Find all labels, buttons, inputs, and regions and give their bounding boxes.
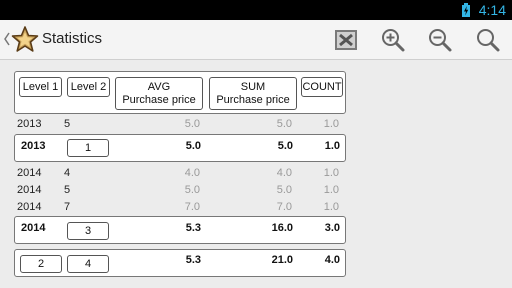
screen-title: Statistics [42,30,103,47]
subtotal-count-button[interactable]: 1 [67,139,109,157]
header-level1-button[interactable]: Level 1 [19,77,62,97]
zoom-out-icon[interactable] [426,26,454,54]
subtotal-count-button[interactable]: 3 [67,222,109,240]
subtotal-row[interactable]: 2013 1 5.0 5.0 1.0 [14,134,346,162]
up-caret-icon[interactable] [3,31,11,47]
header-count-button[interactable]: COUNT [301,77,343,97]
app-star-icon[interactable] [11,25,39,53]
action-bar: Statistics [0,20,512,60]
total-level1-button[interactable]: 2 [20,255,62,273]
status-clock: 4:14 [478,2,506,18]
table-header: Level 1 Level 2 AVG Purchase price SUM P… [14,71,346,114]
statistics-table: Level 1 Level 2 AVG Purchase price SUM P… [0,61,512,288]
excel-export-icon[interactable] [332,26,360,54]
header-avg-button[interactable]: AVG Purchase price [115,77,203,110]
status-bar: 4:14 [0,0,512,20]
header-level2-button[interactable]: Level 2 [67,77,110,97]
subtotal-row[interactable]: 2014 3 5.3 16.0 3.0 [14,216,346,244]
battery-charging-icon [462,3,470,17]
total-count-button[interactable]: 4 [67,255,109,273]
header-sum-button[interactable]: SUM Purchase price [209,77,297,110]
search-icon[interactable] [474,26,502,54]
grand-total-row[interactable]: 2 4 5.3 21.0 4.0 [14,249,346,277]
zoom-in-icon[interactable] [379,26,407,54]
